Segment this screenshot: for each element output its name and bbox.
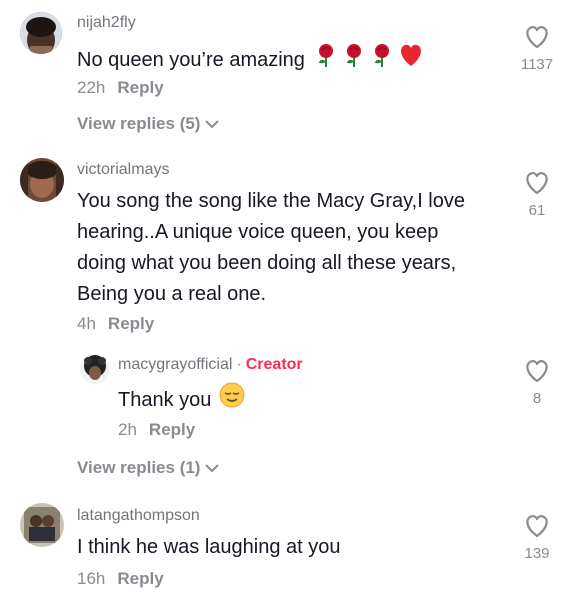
like-count: 1137 [520,56,554,73]
reply-text: Thank you [118,382,245,418]
comment-time: 22h [77,78,106,97]
rose-emoji [313,42,339,78]
reply-meta: 2h Reply [118,420,195,440]
like-count: 61 [528,202,546,219]
comment-text: I think he was laughing at you [77,532,341,563]
view-replies-label: View replies (5) [77,114,201,133]
comment-username[interactable]: victorialmays [77,161,169,179]
relieved-face-emoji [219,382,245,418]
comment-meta: 22h Reply [77,78,164,98]
avatar[interactable] [80,354,110,384]
comment-text-line: You song the song like the Macy Gray,I l… [77,190,465,212]
rose-emoji [369,42,395,78]
reply-username[interactable]: macygrayofficial [118,356,232,373]
heart-outline-icon [526,26,548,49]
like-button[interactable]: 8 [507,358,567,407]
reply-button[interactable]: Reply [108,314,154,333]
comment-meta: 4h Reply [77,314,154,334]
reply-button[interactable]: Reply [117,78,163,97]
view-replies-button[interactable]: View replies (5) [77,114,220,134]
avatar[interactable] [20,12,62,54]
reply-time: 2h [118,420,137,439]
rose-emoji [341,42,367,78]
comment-username[interactable]: latangathompson [77,507,200,525]
comment-text: No queen you’re amazing [77,42,425,78]
avatar[interactable] [20,503,64,547]
view-replies-button[interactable]: View replies (1) [77,458,220,478]
comment-meta: 16h Reply [77,569,164,589]
reply-button[interactable]: Reply [149,420,195,439]
like-button[interactable]: 139 [507,513,567,562]
reply-username-row: macygrayofficial · Creator [118,356,303,374]
chevron-down-icon [205,464,220,473]
comment-text-content: I think he was laughing at you [77,536,341,558]
view-replies-label: View replies (1) [77,458,201,477]
chevron-down-icon [205,120,220,129]
like-button[interactable]: 61 [507,170,567,219]
heart-outline-icon [526,172,548,195]
reply-button[interactable]: Reply [117,569,163,588]
comment-username[interactable]: nijah2fly [77,14,136,32]
comment-text-content: No queen you’re amazing [77,48,305,71]
separator: · [236,356,242,373]
comment-text: You song the song like the Macy Gray,I l… [77,186,507,310]
comment-time: 4h [77,314,96,333]
avatar[interactable] [20,158,64,202]
heart-outline-icon [526,360,548,383]
creator-badge: Creator [245,356,303,373]
reply-text-content: Thank you [118,388,212,411]
heart-outline-icon [526,515,548,538]
like-count: 139 [524,545,550,562]
red-heart-emoji [397,42,425,78]
like-button[interactable]: 1137 [507,24,567,73]
comment-text-line: doing what you been doing all these year… [77,252,457,274]
comment-text-line: Being you a real one. [77,283,267,305]
comment-time: 16h [77,569,106,588]
like-count: 8 [532,390,542,407]
comment-text-line: hearing..A unique voice queen, you keep [77,221,439,243]
